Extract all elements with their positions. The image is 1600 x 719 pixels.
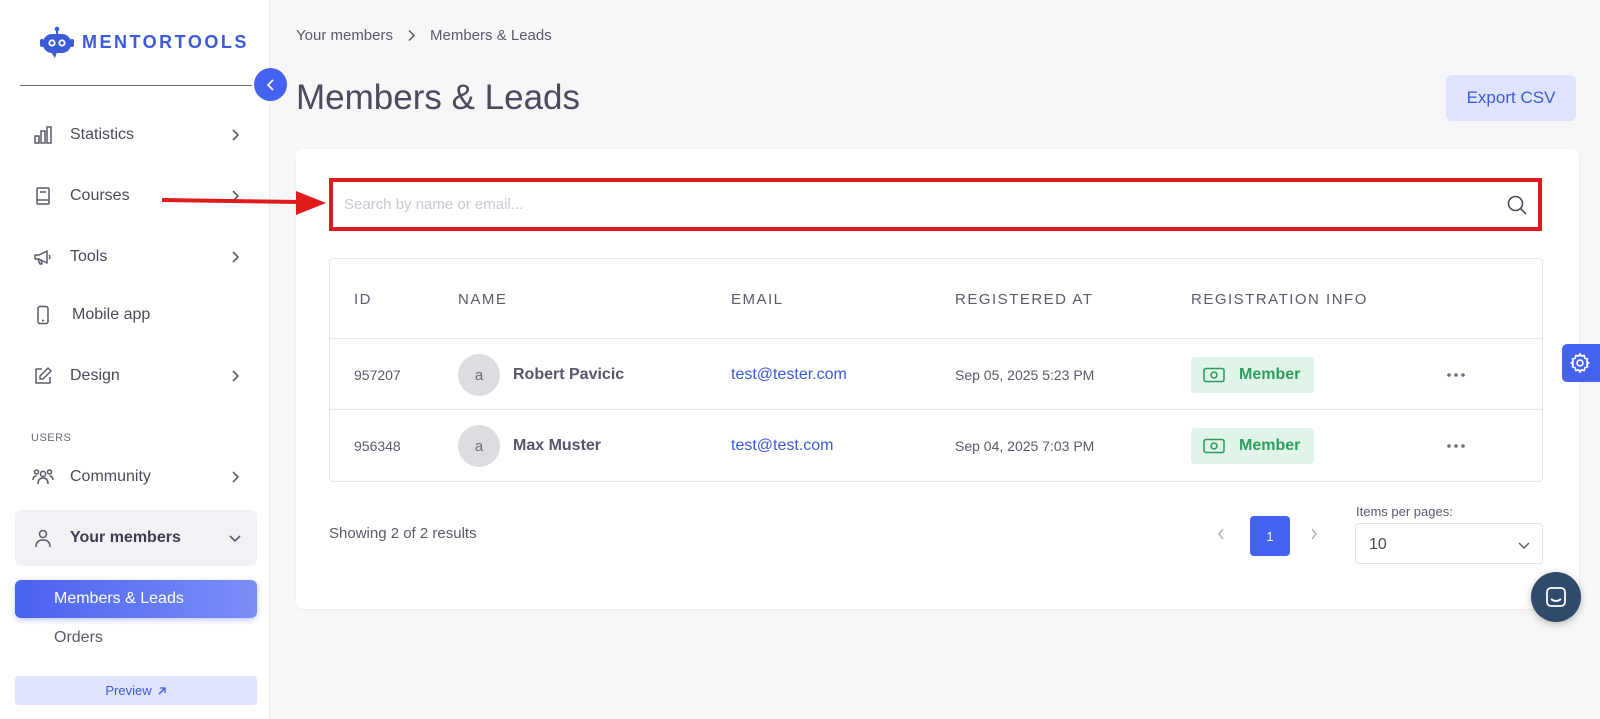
- sidebar-item-community[interactable]: Community: [15, 455, 257, 499]
- sidebar-item-label: Courses: [70, 187, 130, 204]
- group-icon: [32, 466, 54, 488]
- pagination-next-button[interactable]: [1306, 526, 1322, 542]
- more-horizontal-icon: [1447, 444, 1465, 448]
- sidebar: MENTORTOOLS Statistics Courses Tools Mob…: [0, 0, 270, 719]
- robot-icon: [40, 26, 74, 58]
- members-card: ID NAME EMAIL REGISTERED AT REGISTRATION…: [296, 149, 1579, 609]
- more-actions-button[interactable]: [1446, 443, 1466, 449]
- book-icon: [32, 185, 54, 207]
- sidebar-item-label: Design: [70, 367, 120, 384]
- search-box: [329, 178, 1542, 231]
- money-icon: [1203, 367, 1225, 383]
- breadcrumb-link-your-members[interactable]: Your members: [296, 27, 393, 44]
- chevron-down-icon: [227, 530, 243, 546]
- row-name: Max Muster: [513, 437, 602, 454]
- member-badge-label: Member: [1239, 437, 1301, 454]
- items-per-page-select[interactable]: 10: [1355, 523, 1543, 564]
- chat-icon: [1546, 587, 1566, 607]
- money-icon: [1203, 438, 1225, 454]
- column-header-email: EMAIL: [731, 291, 784, 308]
- sidebar-divider: [20, 85, 252, 86]
- chevron-right-icon: [407, 29, 416, 42]
- avatar: a: [458, 354, 500, 396]
- members-table: ID NAME EMAIL REGISTERED AT REGISTRATION…: [329, 258, 1543, 482]
- row-registered-at: Sep 05, 2025 5:23 PM: [955, 367, 1095, 383]
- pen-square-icon: [32, 365, 54, 387]
- breadcrumb: Your members Members & Leads: [296, 27, 552, 44]
- chevron-left-icon: [266, 78, 274, 91]
- column-header-registration-info: REGISTRATION INFO: [1191, 291, 1368, 308]
- row-id: 956348: [354, 438, 401, 454]
- results-count: Showing 2 of 2 results: [329, 525, 477, 542]
- sidebar-subitem-label: Orders: [54, 629, 103, 646]
- row-registered-at: Sep 04, 2025 7:03 PM: [955, 438, 1095, 454]
- settings-tab-button[interactable]: [1562, 344, 1600, 382]
- sidebar-item-label: Community: [70, 468, 151, 485]
- pagination-prev-button[interactable]: [1213, 526, 1229, 542]
- row-name-cell: a Robert Pavicic: [458, 339, 624, 411]
- bar-chart-icon: [32, 124, 54, 146]
- user-icon: [32, 527, 54, 549]
- sidebar-item-design[interactable]: Design: [15, 354, 257, 398]
- external-link-icon: [158, 686, 166, 694]
- table-row[interactable]: 957207 a Robert Pavicic test@tester.com …: [330, 338, 1542, 410]
- sidebar-item-statistics[interactable]: Statistics: [15, 113, 257, 157]
- chevron-right-icon: [227, 368, 243, 384]
- sidebar-item-label: Your members: [70, 529, 181, 546]
- breadcrumb-current: Members & Leads: [430, 27, 552, 44]
- sidebar-subitem-members-leads[interactable]: Members & Leads: [15, 580, 257, 618]
- brand-logo[interactable]: MENTORTOOLS: [40, 26, 249, 58]
- avatar: a: [458, 425, 500, 467]
- more-actions-button[interactable]: [1446, 372, 1466, 378]
- search-input[interactable]: [333, 182, 1538, 227]
- chevron-right-icon: [227, 188, 243, 204]
- export-csv-button[interactable]: Export CSV: [1446, 75, 1576, 121]
- sidebar-item-label: Tools: [70, 248, 108, 265]
- sidebar-collapse-button[interactable]: [254, 68, 287, 101]
- gear-icon: [1570, 353, 1590, 373]
- preview-label: Preview: [105, 683, 152, 698]
- items-per-page-value: 10: [1369, 536, 1387, 553]
- member-badge-label: Member: [1239, 366, 1301, 383]
- column-header-registered-at: REGISTERED AT: [955, 291, 1094, 308]
- megaphone-icon: [32, 246, 54, 268]
- sidebar-item-mobile-app[interactable]: Mobile app: [15, 293, 257, 337]
- sidebar-item-your-members[interactable]: Your members: [15, 510, 257, 566]
- search-icon[interactable]: [1506, 194, 1528, 216]
- column-header-id: ID: [354, 291, 372, 308]
- more-horizontal-icon: [1447, 373, 1465, 377]
- row-email-link[interactable]: test@tester.com: [731, 366, 847, 384]
- pagination-page-1[interactable]: 1: [1250, 516, 1290, 556]
- table-row[interactable]: 956348 a Max Muster test@test.com Sep 04…: [330, 409, 1542, 481]
- sidebar-item-label: Mobile app: [72, 306, 151, 323]
- chat-launcher-button[interactable]: [1531, 572, 1581, 622]
- brand-name: MENTORTOOLS: [82, 31, 249, 52]
- row-email-link[interactable]: test@test.com: [731, 437, 834, 455]
- chevron-down-icon: [1518, 542, 1530, 550]
- member-badge: Member: [1191, 357, 1315, 393]
- chevron-right-icon: [1311, 528, 1317, 540]
- sidebar-subitem-label: Members & Leads: [54, 590, 184, 607]
- row-name-cell: a Max Muster: [458, 410, 601, 482]
- preview-button[interactable]: Preview: [15, 676, 257, 705]
- chevron-right-icon: [227, 469, 243, 485]
- sidebar-section-users: USERS: [31, 432, 72, 444]
- chevron-right-icon: [227, 249, 243, 265]
- sidebar-item-courses[interactable]: Courses: [15, 174, 257, 218]
- sidebar-item-label: Statistics: [70, 126, 135, 143]
- member-badge: Member: [1191, 428, 1315, 464]
- chevron-left-icon: [1218, 528, 1224, 540]
- sidebar-subitem-orders[interactable]: Orders: [15, 619, 257, 657]
- chevron-right-icon: [227, 127, 243, 143]
- smartphone-icon: [32, 304, 54, 326]
- column-header-name: NAME: [458, 291, 508, 308]
- page-title: Members & Leads: [296, 78, 581, 117]
- sidebar-item-tools[interactable]: Tools: [15, 235, 257, 279]
- row-name: Robert Pavicic: [513, 366, 625, 383]
- items-per-page-label: Items per pages:: [1356, 504, 1453, 519]
- row-id: 957207: [354, 367, 401, 383]
